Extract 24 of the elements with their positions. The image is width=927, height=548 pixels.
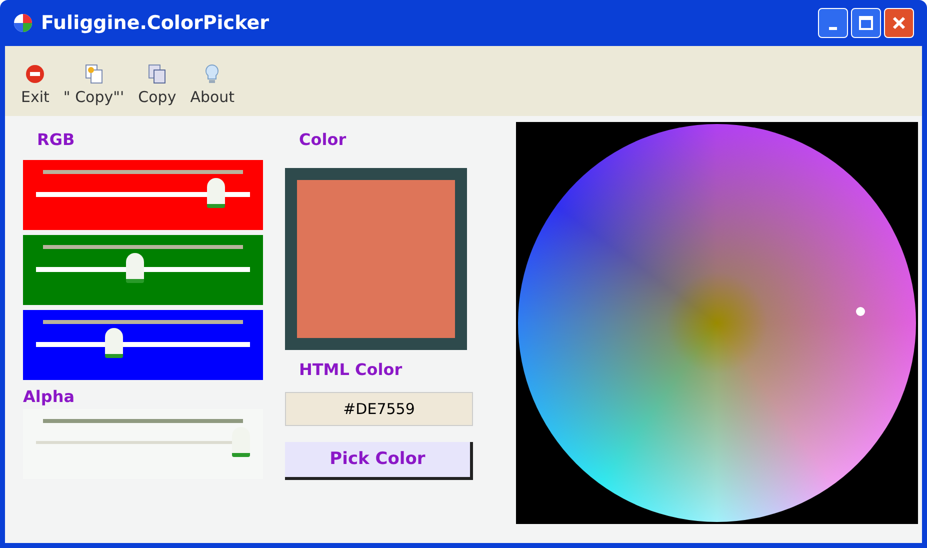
minimize-button[interactable] <box>818 8 848 38</box>
color-wheel[interactable] <box>518 124 916 522</box>
maximize-button[interactable] <box>851 8 881 38</box>
pick-color-button[interactable]: Pick Color <box>285 442 473 480</box>
toolbar-button[interactable]: " Copy"' <box>59 62 128 108</box>
app-logo-icon <box>13 13 33 33</box>
section-label: RGB <box>36 129 76 151</box>
minimize-icon <box>829 26 837 30</box>
maximize-icon <box>857 14 875 32</box>
close-button[interactable] <box>884 8 914 38</box>
slider-thumb[interactable] <box>126 253 144 283</box>
toolbar-button[interactable]: Copy <box>134 62 180 108</box>
slider-thumb[interactable] <box>232 427 250 457</box>
toolbar-button[interactable]: About <box>186 62 239 108</box>
color-marker[interactable] <box>856 307 866 316</box>
slider-thumb[interactable] <box>104 328 123 358</box>
window-title: Fuliggine.ColorPicker <box>41 10 269 36</box>
close-icon <box>890 14 908 32</box>
hex-color-field[interactable]: #DE7559 <box>285 392 473 426</box>
toolbar-button[interactable]: Exit <box>17 62 54 108</box>
section-label: HTML Color <box>298 359 404 381</box>
section-label: Color <box>298 129 348 151</box>
slider-thumb[interactable] <box>206 178 225 208</box>
section-label: Alpha <box>23 386 76 408</box>
